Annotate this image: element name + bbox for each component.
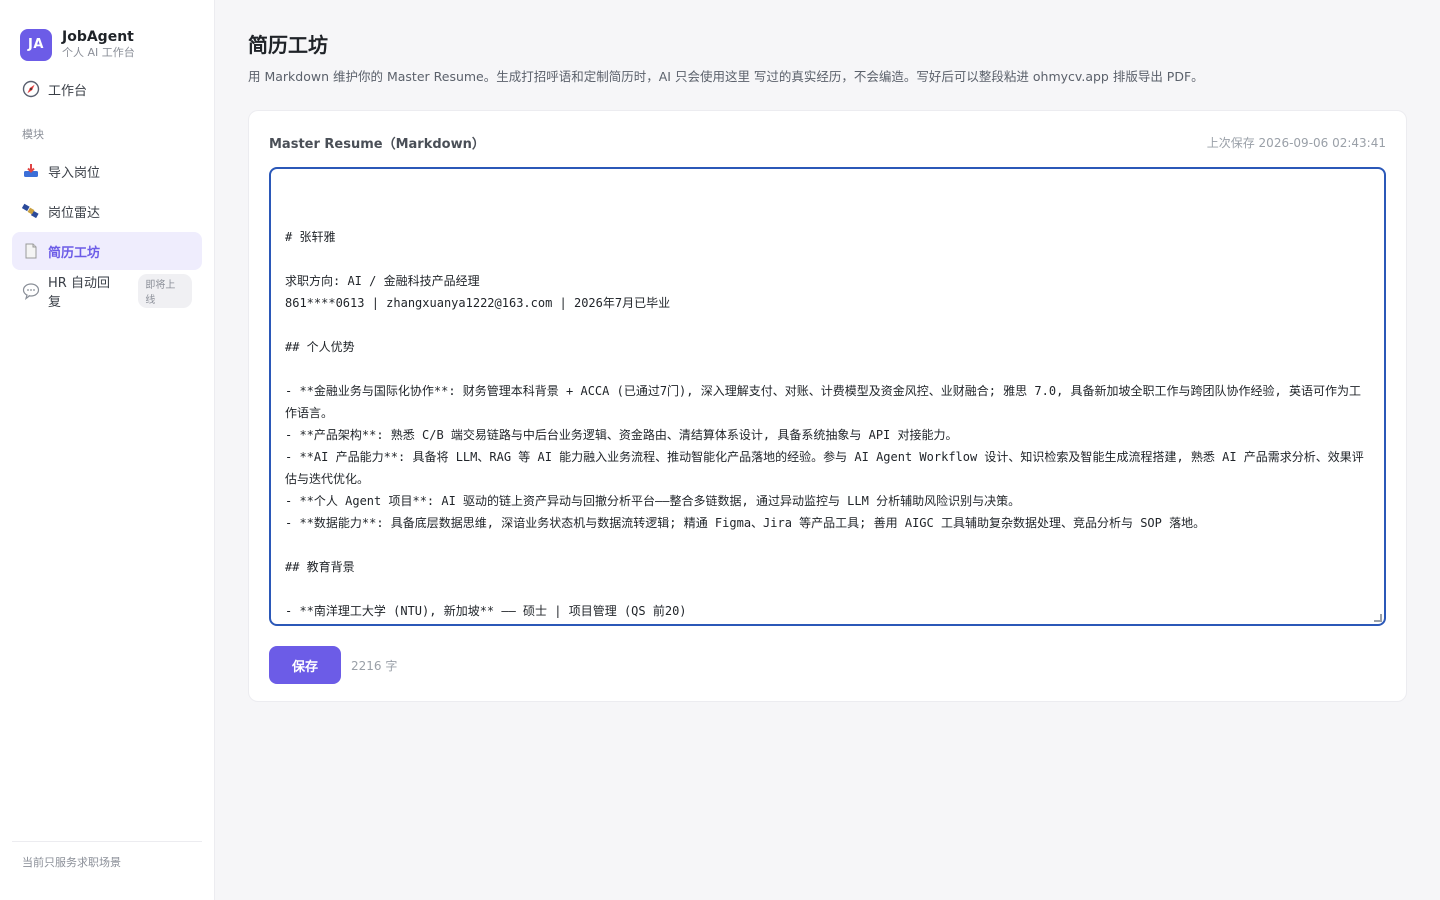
editor-line: - **南洋理工大学 (NTU), 新加坡** —— 硕士 | 项目管理 (QS… [285, 604, 687, 618]
satellite-icon [22, 202, 40, 220]
app-root: JA JobAgent 个人 AI 工作台 工作台 模块 导入岗位 岗位雷达 简… [0, 0, 1440, 900]
page-description: 用 Markdown 维护你的 Master Resume。生成打招呼语和定制简… [248, 69, 1204, 84]
editor-line: ## 个人优势 [285, 340, 355, 354]
nav-section-label: 模块 [22, 128, 44, 141]
sidebar-item-label: 简历工坊 [48, 245, 101, 261]
markdown-editor[interactable]: # 张轩雅求职方向: AI / 金融科技产品经理 861****0613 | zh… [269, 167, 1386, 626]
editor-line: 求职方向: AI / 金融科技产品经理 [285, 274, 480, 288]
editor-line: - **数据能力**: 具备底层数据思维, 深谙业务状态机与数据流转逻辑; 精通… [285, 516, 1206, 530]
editor-line: - **暨南大学, 中国** —— 本科 | 财务管理 (211) [285, 622, 1370, 624]
compass-icon [22, 80, 40, 98]
brand-text: JobAgent 个人 AI 工作台 [62, 29, 135, 60]
page-title: 简历工坊 [248, 33, 328, 57]
editor-line: - **产品架构**: 熟悉 C/B 端交易链路与中后台业务逻辑、资金路由、清结… [285, 428, 958, 442]
editor-line: # 张轩雅 [285, 230, 336, 244]
resize-handle-icon[interactable] [1374, 614, 1382, 622]
brand-subtitle: 个人 AI 工作台 [62, 46, 135, 59]
document-icon [22, 242, 40, 260]
speech-bubble-icon [22, 282, 40, 300]
char-count: 2216 字 [351, 658, 398, 673]
coming-soon-badge: 即将上线 [138, 274, 192, 308]
resume-card: Master Resume（Markdown） 上次保存 2026-09-06 … [248, 110, 1407, 702]
brand-logo: JA [20, 28, 52, 61]
last-saved-timestamp: 上次保存 2026-09-06 02:43:41 [1206, 136, 1386, 150]
save-button[interactable]: 保存 [269, 646, 341, 684]
card-header: Master Resume（Markdown） 上次保存 2026-09-06 … [269, 133, 1386, 152]
sidebar-item-job-radar[interactable]: 岗位雷达 [12, 192, 202, 230]
sidebar-item-resume-workshop[interactable]: 简历工坊 [12, 232, 202, 270]
main-content: 简历工坊 用 Markdown 维护你的 Master Resume。生成打招呼… [215, 0, 1440, 900]
brand: JA JobAgent 个人 AI 工作台 [12, 0, 202, 70]
sidebar-item-label: 导入岗位 [48, 165, 101, 181]
editor-line: - **个人 Agent 项目**: AI 驱动的链上资产异动与回撤分析平台——… [285, 494, 1021, 508]
sidebar-item-label: 岗位雷达 [48, 205, 101, 221]
sidebar: JA JobAgent 个人 AI 工作台 工作台 模块 导入岗位 岗位雷达 简… [0, 0, 215, 900]
sidebar-footer: 当前只服务求职场景 [12, 841, 202, 870]
sidebar-item-hr-auto-reply[interactable]: HR 自动回复 即将上线 [12, 272, 202, 310]
sidebar-item-label: HR 自动回复 [48, 276, 110, 310]
editor-line: 861****0613 | zhangxuanya1222@163.com | … [285, 296, 671, 310]
editor-line: - **AI 产品能力**: 具备将 LLM、RAG 等 AI 能力融入业务流程… [285, 450, 1364, 486]
sidebar-item-label: 工作台 [48, 83, 88, 99]
editor-line: - **金融业务与国际化协作**: 财务管理本科背景 + ACCA (已通过7门… [285, 384, 1361, 420]
editor-line: ## 教育背景 [285, 560, 355, 574]
card-title: Master Resume（Markdown） [269, 137, 485, 152]
sidebar-item-workbench[interactable]: 工作台 [12, 70, 202, 108]
card-actions: 保存 2216 字 [269, 646, 1386, 684]
inbox-tray-icon [22, 162, 40, 180]
sidebar-item-import-jobs[interactable]: 导入岗位 [12, 152, 202, 190]
brand-name: JobAgent [62, 29, 134, 45]
